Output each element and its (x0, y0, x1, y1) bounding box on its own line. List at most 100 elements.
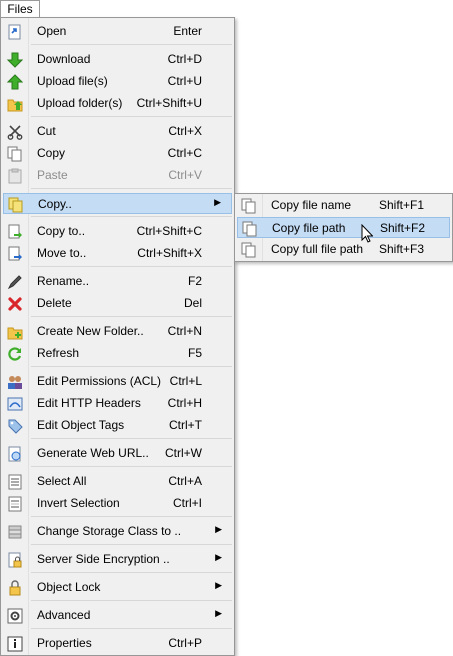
delete-icon (7, 296, 23, 312)
menu-item-shortcut: Shift+F2 (380, 221, 426, 235)
menu-item-label: Download (37, 52, 91, 66)
menu-item-label: Create New Folder.. (37, 324, 144, 338)
upload-folder-icon (7, 96, 23, 112)
menu-item-server-side-encryption[interactable]: Server Side Encryption .. ▶ (3, 549, 232, 570)
menu-item-upload-files[interactable]: Upload file(s) Ctrl+U (3, 71, 232, 92)
menu-item-paste[interactable]: Paste Ctrl+V (3, 165, 232, 186)
separator (31, 544, 232, 545)
separator (31, 600, 232, 601)
menu-item-rename[interactable]: Rename.. F2 (3, 271, 232, 292)
menu-item-label: Generate Web URL.. (37, 446, 149, 460)
menu-item-label: Paste (37, 168, 68, 182)
menu-item-download[interactable]: Download Ctrl+D (3, 49, 232, 70)
submenu-arrow-icon: ▶ (214, 197, 221, 207)
copy-submenu-icon (8, 197, 24, 213)
copy-to-icon (7, 224, 23, 240)
menu-item-create-new-folder[interactable]: Create New Folder.. Ctrl+N (3, 321, 232, 342)
submenu-arrow-icon: ▶ (215, 552, 222, 562)
menu-item-refresh[interactable]: Refresh F5 (3, 343, 232, 364)
properties-icon (7, 636, 23, 652)
web-url-icon (7, 446, 23, 462)
menu-item-copy[interactable]: Copy Ctrl+C (3, 143, 232, 164)
new-folder-icon (7, 324, 23, 340)
menu-item-shortcut: Del (183, 296, 202, 310)
copy-submenu: Copy file name Shift+F1 Copy file path S… (234, 193, 453, 262)
menu-item-label: Cut (37, 124, 56, 138)
menu-item-label: Edit Object Tags (37, 418, 125, 432)
lock-icon (7, 580, 23, 596)
menu-item-label: Invert Selection (37, 496, 120, 510)
separator (31, 188, 232, 189)
menu-item-upload-folders[interactable]: Upload folder(s) Ctrl+Shift+U (3, 93, 232, 114)
separator (31, 466, 232, 467)
move-to-icon (7, 246, 23, 262)
copy-icon (242, 221, 258, 237)
menu-item-label: Rename.. (37, 274, 90, 288)
menu-item-shortcut: Ctrl+T (169, 418, 202, 432)
menu-item-label: Edit Permissions (ACL) (37, 374, 162, 388)
menu-item-label: Copy file name (271, 198, 352, 212)
menu-item-copy-submenu[interactable]: Copy.. ▶ (3, 193, 232, 214)
menu-item-shortcut: Ctrl+U (167, 74, 202, 88)
submenu-arrow-icon: ▶ (215, 524, 222, 534)
menu-item-copy-to[interactable]: Copy to.. Ctrl+Shift+C (3, 221, 232, 242)
separator (31, 438, 232, 439)
invert-selection-icon (7, 496, 23, 512)
menu-item-cut[interactable]: Cut Ctrl+X (3, 121, 232, 142)
menu-item-change-storage-class[interactable]: Change Storage Class to .. ▶ (3, 521, 232, 542)
encryption-icon (7, 552, 23, 568)
menu-item-shortcut: Ctrl+I (172, 496, 202, 510)
menu-item-object-lock[interactable]: Object Lock ▶ (3, 577, 232, 598)
menu-item-shortcut: Ctrl+L (169, 374, 202, 388)
menu-item-shortcut: Ctrl+Shift+X (137, 246, 202, 260)
separator (31, 572, 232, 573)
menu-item-label: Copy (37, 146, 66, 160)
menu-item-shortcut: Ctrl+X (168, 124, 202, 138)
files-menu[interactable]: Files (0, 0, 40, 18)
menu-item-label: Copy to.. (37, 224, 86, 238)
copy-icon (241, 198, 257, 214)
menu-item-open[interactable]: Open Enter (3, 21, 232, 42)
menu-item-shortcut: Ctrl+A (168, 474, 202, 488)
select-all-icon (7, 474, 23, 490)
menu-item-delete[interactable]: Delete Del (3, 293, 232, 314)
separator (31, 516, 232, 517)
menu-item-label: Copy.. (38, 197, 72, 211)
menu-item-invert-selection[interactable]: Invert Selection Ctrl+I (3, 493, 232, 514)
menu-item-generate-web-url[interactable]: Generate Web URL.. Ctrl+W (3, 443, 232, 464)
menu-item-advanced[interactable]: Advanced ▶ (3, 605, 232, 626)
separator (31, 628, 232, 629)
mouse-cursor-icon (361, 224, 373, 243)
files-context-menu: Open Enter Download Ctrl+D Upload file(s… (0, 17, 235, 656)
copy-icon (7, 146, 23, 162)
menu-item-shortcut: Ctrl+H (167, 396, 202, 410)
menu-item-label: Object Lock (37, 580, 101, 594)
open-icon (7, 24, 23, 40)
menu-item-shortcut: F5 (187, 346, 202, 360)
menu-item-shortcut: Ctrl+W (165, 446, 202, 460)
menu-item-shortcut: Ctrl+V (168, 168, 202, 182)
menu-item-shortcut: Ctrl+P (168, 636, 202, 650)
menu-item-label: Properties (37, 636, 92, 650)
menu-item-label: Open (37, 24, 67, 38)
refresh-icon (7, 346, 23, 362)
submenu-item-copy-full-file-path[interactable]: Copy full file path Shift+F3 (237, 239, 450, 260)
menu-item-properties[interactable]: Properties Ctrl+P (3, 633, 232, 654)
menu-item-edit-object-tags[interactable]: Edit Object Tags Ctrl+T (3, 415, 232, 436)
menu-item-shortcut: Shift+F3 (379, 242, 425, 256)
paste-icon (7, 168, 23, 184)
tags-icon (7, 418, 23, 434)
submenu-arrow-icon: ▶ (215, 608, 222, 618)
menu-item-select-all[interactable]: Select All Ctrl+A (3, 471, 232, 492)
submenu-item-copy-file-path[interactable]: Copy file path Shift+F2 (237, 217, 450, 238)
menu-item-label: Copy full file path (271, 242, 364, 256)
storage-class-icon (7, 524, 23, 540)
menu-item-move-to[interactable]: Move to.. Ctrl+Shift+X (3, 243, 232, 264)
menu-item-shortcut: Enter (173, 24, 202, 38)
separator (31, 44, 232, 45)
submenu-item-copy-file-name[interactable]: Copy file name Shift+F1 (237, 195, 450, 216)
menu-item-edit-permissions[interactable]: Edit Permissions (ACL) Ctrl+L (3, 371, 232, 392)
menu-item-edit-http-headers[interactable]: Edit HTTP Headers Ctrl+H (3, 393, 232, 414)
separator (31, 366, 232, 367)
menu-item-shortcut: Ctrl+Shift+U (136, 96, 202, 110)
